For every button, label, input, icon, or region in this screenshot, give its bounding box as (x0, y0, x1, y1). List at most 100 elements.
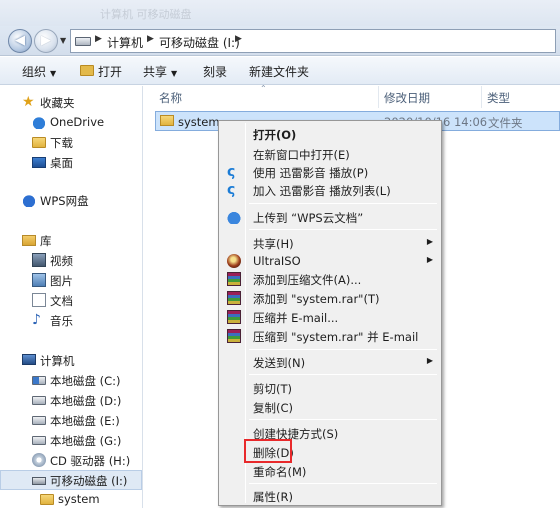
cloud-upload-icon (227, 210, 241, 224)
nav-videos[interactable]: 视频 (0, 250, 142, 270)
winrar-icon (227, 310, 241, 324)
nav-drive-g[interactable]: 本地磁盘 (G:) (0, 430, 142, 450)
menu-separator (249, 229, 437, 230)
new-folder-button[interactable]: 新建文件夹 (249, 63, 309, 80)
menu-separator (249, 374, 437, 375)
menu-item-upload-wps[interactable]: 上传到 “WPS云文档” (221, 207, 439, 227)
menu-item-add-archive[interactable]: 添加到压缩文件(A)... (221, 269, 439, 289)
menu-item-open[interactable]: 打开(O) (221, 124, 439, 144)
nav-drive-c[interactable]: 本地磁盘 (C:) (0, 370, 142, 390)
winrar-icon (227, 329, 241, 343)
file-type: 文件夹 (488, 116, 523, 130)
menu-separator (249, 349, 437, 350)
nav-pictures[interactable]: 图片 (0, 270, 142, 290)
ultraiso-icon (227, 254, 241, 268)
xunlei-icon: ς (227, 164, 236, 180)
menu-item-ultraiso[interactable]: UltraISO ▶ (221, 251, 439, 271)
folder-icon (40, 494, 54, 505)
menu-item-share[interactable]: 共享(H) ▶ (221, 233, 439, 253)
menu-item-xunlei-add-playlist[interactable]: ς 加入 迅雷影音 播放列表(L) (221, 180, 439, 200)
menu-item-open-new-window[interactable]: 在新窗口中打开(E) (221, 144, 439, 164)
submenu-arrow-icon: ▶ (426, 356, 433, 365)
menu-item-add-system-rar[interactable]: 添加到 "system.rar"(T) (221, 288, 439, 308)
nav-drive-d[interactable]: 本地磁盘 (D:) (0, 390, 142, 410)
nav-favorites[interactable]: ★ 收藏夹 (0, 92, 142, 112)
column-header-name[interactable]: 名称 (155, 86, 377, 108)
winrar-icon (227, 291, 241, 305)
menu-item-compress-system-email[interactable]: 压缩到 "system.rar" 并 E-mail (221, 326, 439, 346)
nav-onedrive[interactable]: OneDrive (0, 112, 142, 132)
chevron-down-icon: ▼ (171, 69, 178, 78)
window-title: 计算机 可移动磁盘 (100, 8, 192, 21)
video-icon (32, 253, 46, 267)
forward-button[interactable]: ▶ (34, 29, 58, 53)
column-header-modified[interactable]: 修改日期 (379, 86, 479, 108)
menu-separator (249, 203, 437, 204)
winrar-icon (227, 272, 241, 286)
star-icon: ★ (22, 94, 35, 110)
navigation-pane: ★ 收藏夹 OneDrive 下载 桌面 WPS网盘 库 视频 图片 文档 ♪ … (0, 86, 143, 508)
nav-computer[interactable]: 计算机 (0, 350, 142, 370)
column-header-type[interactable]: 类型 (482, 86, 560, 108)
file-name: system (178, 115, 220, 129)
drive-icon (75, 37, 91, 46)
chevron-down-icon: ▼ (50, 69, 57, 78)
cd-drive-icon (32, 453, 46, 467)
computer-icon (22, 354, 36, 365)
nav-folder-system[interactable]: system (0, 489, 142, 508)
back-button[interactable]: ◀ (8, 29, 32, 53)
cloud-icon (32, 115, 46, 129)
toolbar: 组织 ▼ 打开 共享 ▼ 刻录 新建文件夹 (0, 57, 560, 85)
burn-button[interactable]: 刻录 (203, 63, 227, 80)
history-dropdown-icon[interactable]: ▼ (60, 36, 66, 45)
nav-libraries[interactable]: 库 (0, 230, 142, 250)
menu-item-xunlei-play[interactable]: ς 使用 迅雷影音 播放(P) (221, 162, 439, 182)
open-folder-icon (80, 65, 94, 76)
xunlei-icon: ς (227, 182, 236, 198)
menu-item-copy[interactable]: 复制(C) (221, 397, 439, 417)
submenu-arrow-icon: ▶ (426, 237, 433, 246)
chevron-right-icon[interactable]: ▶ (95, 34, 102, 44)
forward-arrow-icon: ▶ (41, 33, 51, 48)
menu-separator (249, 419, 437, 420)
drive-icon (32, 396, 46, 405)
address-bar[interactable]: ▶ 计算机 ▶ 可移动磁盘 (I:) ▶ (70, 29, 556, 53)
submenu-arrow-icon: ▶ (426, 255, 433, 264)
folder-icon (160, 115, 174, 126)
nav-drive-e[interactable]: 本地磁盘 (E:) (0, 410, 142, 430)
document-icon (32, 293, 46, 307)
delete-highlight-annotation (244, 439, 292, 463)
nav-desktop[interactable]: 桌面 (0, 152, 142, 172)
chevron-right-icon[interactable]: ▶ (235, 34, 242, 44)
menu-item-cut[interactable]: 剪切(T) (221, 378, 439, 398)
drive-icon (32, 416, 46, 425)
chevron-right-icon[interactable]: ▶ (147, 34, 154, 44)
menu-item-rename[interactable]: 重命名(M) (221, 461, 439, 481)
menu-item-properties[interactable]: 属性(R) (221, 486, 439, 506)
nav-music[interactable]: ♪ 音乐 (0, 310, 142, 330)
breadcrumb-removable-disk[interactable]: 可移动磁盘 (I:) (159, 34, 240, 51)
organize-button[interactable]: 组织 ▼ (22, 63, 56, 80)
nav-downloads[interactable]: 下载 (0, 132, 142, 152)
desktop-icon (32, 157, 46, 168)
nav-drive-i[interactable]: 可移动磁盘 (I:) (0, 470, 142, 490)
open-button[interactable]: 打开 (98, 63, 122, 80)
back-arrow-icon: ◀ (15, 33, 25, 48)
title-bar: 计算机 可移动磁盘 (0, 0, 560, 26)
system-drive-icon (32, 376, 46, 385)
menu-item-compress-email[interactable]: 压缩并 E-mail... (221, 307, 439, 327)
nav-drive-h[interactable]: CD 驱动器 (H:) (0, 450, 142, 470)
music-note-icon: ♪ (32, 312, 41, 328)
library-icon (22, 235, 36, 246)
nav-wps-drive[interactable]: WPS网盘 (0, 190, 142, 210)
menu-separator (249, 483, 437, 484)
address-row: ◀ ▶ ▼ ▶ 计算机 ▶ 可移动磁盘 (I:) ▶ (0, 26, 560, 56)
drive-icon (32, 436, 46, 445)
menu-item-send-to[interactable]: 发送到(N) ▶ (221, 352, 439, 372)
download-folder-icon (32, 137, 46, 148)
nav-documents[interactable]: 文档 (0, 290, 142, 310)
picture-icon (32, 273, 46, 287)
share-button[interactable]: 共享 ▼ (143, 63, 177, 80)
usb-drive-icon (32, 477, 46, 485)
breadcrumb-computer[interactable]: 计算机 (107, 34, 143, 51)
